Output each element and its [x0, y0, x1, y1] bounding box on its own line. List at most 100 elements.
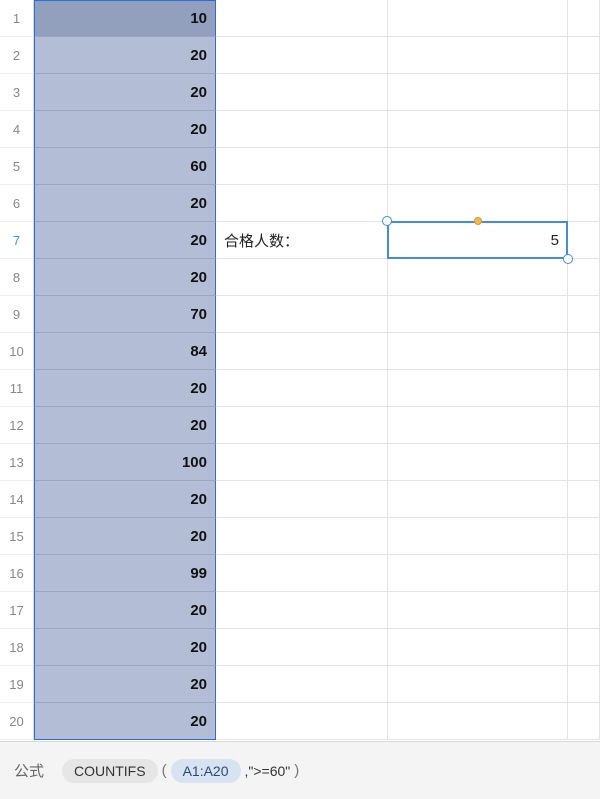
- cell-A3[interactable]: 20: [34, 74, 216, 111]
- cell-B18[interactable]: [216, 629, 388, 666]
- cell-C1[interactable]: [388, 0, 568, 37]
- cell-A4[interactable]: 20: [34, 111, 216, 148]
- row-header[interactable]: 18: [0, 629, 34, 666]
- cell-C13[interactable]: [388, 444, 568, 481]
- cell-D9[interactable]: [568, 296, 600, 333]
- cell-C17[interactable]: [388, 592, 568, 629]
- row-header[interactable]: 7: [0, 222, 34, 259]
- cell-A2[interactable]: 20: [34, 37, 216, 74]
- row-header[interactable]: 4: [0, 111, 34, 148]
- row-header[interactable]: 12: [0, 407, 34, 444]
- row-header[interactable]: 2: [0, 37, 34, 74]
- cell-A9[interactable]: 70: [34, 296, 216, 333]
- row-header[interactable]: 9: [0, 296, 34, 333]
- cell-D20[interactable]: [568, 703, 600, 740]
- cell-B4[interactable]: [216, 111, 388, 148]
- row-header[interactable]: 5: [0, 148, 34, 185]
- row-header[interactable]: 10: [0, 333, 34, 370]
- cell-D18[interactable]: [568, 629, 600, 666]
- formula-range-pill[interactable]: A1:A20: [171, 759, 241, 783]
- cell-D6[interactable]: [568, 185, 600, 222]
- cell-D8[interactable]: [568, 259, 600, 296]
- cell-D2[interactable]: [568, 37, 600, 74]
- cell-D17[interactable]: [568, 592, 600, 629]
- cell-B13[interactable]: [216, 444, 388, 481]
- row-header[interactable]: 3: [0, 74, 34, 111]
- cell-A10[interactable]: 84: [34, 333, 216, 370]
- cell-A6[interactable]: 20: [34, 185, 216, 222]
- cell-A7[interactable]: 20: [34, 222, 216, 259]
- row-header[interactable]: 1: [0, 0, 34, 37]
- cell-C7[interactable]: 5: [388, 222, 568, 259]
- cell-D5[interactable]: [568, 148, 600, 185]
- row-header[interactable]: 15: [0, 518, 34, 555]
- selection-handle-top-left[interactable]: [382, 216, 392, 226]
- cell-B3[interactable]: [216, 74, 388, 111]
- row-header[interactable]: 19: [0, 666, 34, 703]
- cell-A1[interactable]: 10: [34, 0, 216, 37]
- cell-D7[interactable]: [568, 222, 600, 259]
- cell-C19[interactable]: [388, 666, 568, 703]
- cell-B2[interactable]: [216, 37, 388, 74]
- cell-B5[interactable]: [216, 148, 388, 185]
- cell-B12[interactable]: [216, 407, 388, 444]
- cell-B20[interactable]: [216, 703, 388, 740]
- cell-D11[interactable]: [568, 370, 600, 407]
- row-header[interactable]: 20: [0, 703, 34, 740]
- cell-D12[interactable]: [568, 407, 600, 444]
- cell-C15[interactable]: [388, 518, 568, 555]
- formula-function-pill[interactable]: COUNTIFS: [62, 759, 158, 783]
- row-header[interactable]: 6: [0, 185, 34, 222]
- cell-B6[interactable]: [216, 185, 388, 222]
- cell-C14[interactable]: [388, 481, 568, 518]
- cell-B7[interactable]: 合格人数：: [216, 222, 388, 259]
- cell-A18[interactable]: 20: [34, 629, 216, 666]
- cell-C16[interactable]: [388, 555, 568, 592]
- selection-handle-middle[interactable]: [474, 217, 482, 225]
- row-header[interactable]: 16: [0, 555, 34, 592]
- cell-A16[interactable]: 99: [34, 555, 216, 592]
- cell-B8[interactable]: [216, 259, 388, 296]
- row-header[interactable]: 17: [0, 592, 34, 629]
- cell-B19[interactable]: [216, 666, 388, 703]
- cell-B16[interactable]: [216, 555, 388, 592]
- cell-C11[interactable]: [388, 370, 568, 407]
- cell-D15[interactable]: [568, 518, 600, 555]
- cell-B11[interactable]: [216, 370, 388, 407]
- cell-A15[interactable]: 20: [34, 518, 216, 555]
- cell-C5[interactable]: [388, 148, 568, 185]
- row-header[interactable]: 13: [0, 444, 34, 481]
- cell-C10[interactable]: [388, 333, 568, 370]
- row-header[interactable]: 8: [0, 259, 34, 296]
- cell-A20[interactable]: 20: [34, 703, 216, 740]
- spreadsheet-grid[interactable]: 110220320420560620720合格人数：58209701084112…: [0, 0, 600, 740]
- row-header[interactable]: 11: [0, 370, 34, 407]
- cell-A12[interactable]: 20: [34, 407, 216, 444]
- cell-D4[interactable]: [568, 111, 600, 148]
- cell-D16[interactable]: [568, 555, 600, 592]
- cell-B9[interactable]: [216, 296, 388, 333]
- cell-A19[interactable]: 20: [34, 666, 216, 703]
- cell-C20[interactable]: [388, 703, 568, 740]
- cell-C4[interactable]: [388, 111, 568, 148]
- cell-D1[interactable]: [568, 0, 600, 37]
- cell-A5[interactable]: 60: [34, 148, 216, 185]
- cell-C3[interactable]: [388, 74, 568, 111]
- formula-expression[interactable]: COUNTIFS ( A1:A20 ,">=60" ): [62, 759, 299, 783]
- cell-D14[interactable]: [568, 481, 600, 518]
- selection-handle-bottom-right[interactable]: [563, 254, 573, 264]
- cell-B17[interactable]: [216, 592, 388, 629]
- cell-C8[interactable]: [388, 259, 568, 296]
- row-header[interactable]: 14: [0, 481, 34, 518]
- cell-D3[interactable]: [568, 74, 600, 111]
- cell-B1[interactable]: [216, 0, 388, 37]
- cell-B15[interactable]: [216, 518, 388, 555]
- cell-A11[interactable]: 20: [34, 370, 216, 407]
- cell-A13[interactable]: 100: [34, 444, 216, 481]
- cell-A8[interactable]: 20: [34, 259, 216, 296]
- cell-D10[interactable]: [568, 333, 600, 370]
- cell-C9[interactable]: [388, 296, 568, 333]
- cell-C2[interactable]: [388, 37, 568, 74]
- cell-D19[interactable]: [568, 666, 600, 703]
- cell-A14[interactable]: 20: [34, 481, 216, 518]
